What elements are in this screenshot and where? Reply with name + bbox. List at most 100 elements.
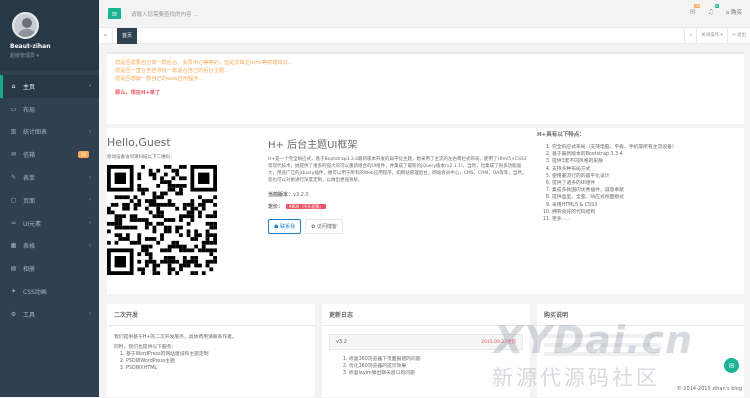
sidebar-item-label: 布局: [23, 106, 36, 114]
contact-button[interactable]: ☗ 联系我: [268, 219, 302, 234]
shop-label: 购买: [730, 10, 742, 16]
table-icon: ▦: [10, 242, 17, 250]
sidebar-item-label: 工具: [23, 311, 36, 319]
price-row: 定价： ¥800（不开发票）: [268, 203, 530, 210]
service-item: 基于WordPress的网站建设和主题定制: [126, 351, 308, 358]
sidebar-item-label: 信箱: [23, 152, 36, 160]
version-label: 当前版本：: [268, 192, 294, 198]
panel-title: 购买说明: [537, 310, 744, 326]
feature-item: 支持多种布局方式: [552, 166, 737, 173]
product-description: H+是一个完全响应式，基于Bootstrap3.3.4最新版本开发的扁平化主题，…: [268, 157, 527, 183]
tab-scroll-right-button[interactable]: »: [684, 28, 696, 44]
qr-code-image: [107, 165, 217, 275]
sidebar-item-ui[interactable]: ♒ UI元素 ‹: [0, 212, 99, 235]
sidebar-item-label: 表单: [23, 175, 36, 183]
feature-item: 基于最新版本的Bootstrap 3.3.4: [552, 151, 737, 158]
price-label: 定价：: [268, 204, 284, 210]
feature-item: 完全响应式布局（支持电脑、平板、手机等所有主流设备）: [552, 144, 737, 151]
tab-home[interactable]: 首页: [117, 27, 138, 44]
sidebar-item-forms[interactable]: ✎ 表单 ‹: [0, 166, 99, 189]
notice-line: 您是否想做一款自己的web应用程序…: [115, 76, 204, 82]
chat-button[interactable]: ✉: [724, 358, 739, 373]
feature-item: 提供3套不同风格的皮肤: [552, 158, 737, 165]
bell-notification[interactable]: ♫ 8: [707, 4, 719, 16]
profile-role-dropdown[interactable]: 超级管理员 ▾: [10, 52, 99, 59]
flask-icon: ♒: [10, 219, 17, 227]
service-item: PSD转XHTML: [126, 365, 308, 372]
sidebar-item-charts[interactable]: ▥ 统计图表 ‹: [0, 121, 99, 144]
greeting-title: Hello,Guest: [107, 136, 171, 149]
search-input[interactable]: 请输入您需要查找的内容 …: [131, 10, 199, 18]
message-count-badge: 16: [693, 4, 701, 8]
sidebar: Beaut-zihan 超级管理员 ▾ ⌂ 主页 ‹ ▭ 布局 ▥ 统计图表 ‹ ✉ 信箱 1…: [0, 0, 99, 397]
magic-icon: ✦: [10, 288, 17, 296]
sidebar-item-tools[interactable]: ⚙ 工具 ‹: [0, 303, 99, 326]
sidebar-item-gallery[interactable]: ▤ 相册: [0, 257, 99, 280]
feature-item: 采用HTML5 & CSS3: [552, 202, 737, 209]
feature-item: 集成多款国内优秀插件，诚意奉献: [552, 187, 737, 194]
sidebar-item-mailbox[interactable]: ✉ 信箱 16: [0, 143, 99, 166]
qr-caption: 移动设备访问请扫描以下二维码：: [107, 155, 175, 160]
chevron-left-icon: ‹: [89, 220, 91, 227]
panel-title: 二次开发: [107, 310, 315, 326]
chart-icon: ▥: [10, 128, 17, 136]
logout-button[interactable]: ⇥ 退出: [726, 28, 750, 44]
feature-item: 拥有良好的代码结构: [552, 209, 737, 216]
layout-icon: ▭: [10, 105, 17, 113]
features-title: H+具有以下特点：: [537, 132, 585, 138]
features-list: 完全响应式布局（支持电脑、平板、手机等所有主流设备） 基于最新版本的Bootst…: [537, 144, 737, 223]
tab-scroll-left-button[interactable]: «: [99, 27, 113, 44]
changelog-item: 修复360浏览器下页面报错的问题: [349, 356, 523, 363]
sidebar-item-label: 相册: [23, 266, 36, 274]
changelog-version-row[interactable]: v3.2 2015.09.23更新: [329, 334, 523, 350]
notice-line: 您是否需要自己做一款后台、会员中心等等的，但是又缺乏html等前端知识…: [115, 60, 293, 66]
picture-icon: ▤: [10, 265, 17, 273]
sidebar-menu: ⌂ 主页 ‹ ▭ 布局 ▥ 统计图表 ‹ ✉ 信箱 16 ✎ 表单 ‹ ▢ 页面 ‹ ♒ UI元素 ‹ ▦…: [0, 70, 99, 326]
changelog-panel: 更新日志 v3.2 2015.09.23更新 修复360浏览器下页面报错的问题 …: [322, 304, 530, 397]
gear-icon: ⚙: [10, 310, 17, 318]
top-right-tools: ✉ 16 ♫ 8 ⌂ 购买: [689, 4, 742, 16]
sidebar-item-layout[interactable]: ▭ 布局: [0, 98, 99, 121]
footer-copyright: © 2014-2015 zihan's blog: [676, 386, 742, 392]
version-row: 当前版本：v3.2.0: [268, 191, 530, 198]
sidebar-item-label: CSS动画: [23, 289, 47, 297]
sidebar-item-home[interactable]: ⌂ 主页 ‹: [0, 75, 99, 98]
sidebar-item-pages[interactable]: ▢ 页面 ‹: [0, 189, 99, 212]
notice-line: 您是否一直在苦苦寻找一款适合自己的后台主题…: [115, 68, 230, 74]
avatar[interactable]: [12, 12, 39, 39]
tab-bar: « 首页 » 关闭操作 ▾ ⇥ 退出: [99, 27, 750, 44]
changelog-item: 修复layim弹出聊天窗口的问题: [349, 370, 523, 377]
panel-title: 更新日志: [322, 310, 530, 326]
profile-name: Beaut-zihan: [10, 43, 51, 50]
secondary-dev-panel: 二次开发 我们提供基于H+的二次开发服务，具体费用请联系作者。 同时，我们也提供…: [107, 304, 315, 397]
changelog-list: 修复360浏览器下页面报错的问题 优化360浏览器的提示效果 修复layim弹出…: [329, 356, 523, 377]
sidebar-item-label: 表格: [23, 243, 36, 251]
chat-icon: ✉: [728, 361, 735, 370]
sidebar-item-tables[interactable]: ▦ 表格 ‹: [0, 235, 99, 258]
changelog-version: v3.2: [336, 339, 347, 345]
sidebar-item-label: 页面: [23, 197, 36, 205]
feature-item: 更多……: [552, 216, 737, 223]
envelope-notification[interactable]: ✉ 16: [689, 4, 701, 16]
sidebar-item-label: UI元素: [23, 220, 42, 228]
shop-link[interactable]: ⌂ 购买: [726, 8, 742, 16]
changelog-item: 优化360浏览器的提示效果: [349, 363, 523, 370]
menu-toggle-button[interactable]: ≡: [108, 8, 121, 19]
sidebar-item-css-animation[interactable]: ✦ CSS动画: [0, 280, 99, 303]
chevron-left-icon: ‹: [89, 197, 91, 204]
chevron-left-icon: ‹: [89, 174, 91, 181]
purchase-panel: 购买说明: [537, 304, 744, 397]
backward-icon: «: [103, 31, 108, 39]
desktop-icon: ▢: [10, 196, 17, 204]
purchase-content: [544, 334, 737, 356]
tab-actions: » 关闭操作 ▾ ⇥ 退出: [684, 28, 750, 44]
envelope-icon: ✉: [689, 8, 696, 16]
hamburger-icon: ≡: [111, 9, 118, 18]
visit-blog-button[interactable]: ✿ 访问博客: [305, 219, 343, 234]
close-operations-dropdown[interactable]: 关闭操作 ▾: [696, 28, 727, 44]
notice-panel: 您是否需要自己做一款后台、会员中心等等的，但是又缺乏html等前端知识… 您是否…: [107, 52, 744, 124]
welcome-column: Hello,Guest 移动设备访问请扫描以下二维码：: [107, 128, 257, 294]
changelog-date: 2015.09.23更新: [481, 340, 516, 345]
product-column: H+ 后台主题UI框架 H+是一个完全响应式，基于Bootstrap3.3.4最…: [268, 128, 530, 234]
envelope-icon: ✉: [10, 151, 17, 159]
